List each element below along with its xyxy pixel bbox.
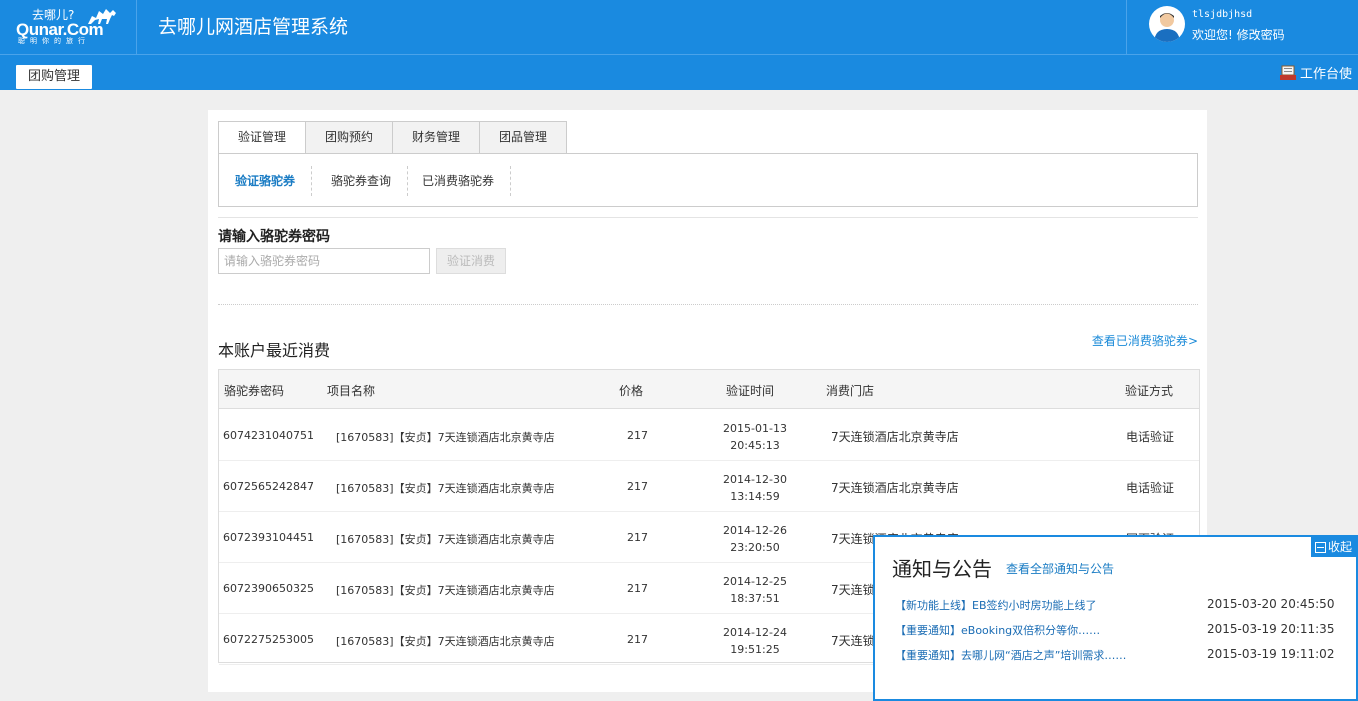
verify-date: 2015-01-13 xyxy=(723,422,787,435)
cell-voucher-code: 6072565242847 xyxy=(223,480,314,493)
notice-title: 通知与公告 xyxy=(892,557,992,581)
logo-slogan: 聪明你的旅行 xyxy=(18,37,90,45)
cell-price: 217 xyxy=(627,531,648,544)
verify-date: 2014-12-26 xyxy=(723,524,787,537)
cell-price: 217 xyxy=(627,633,648,646)
cell-verify-method: 电话验证 xyxy=(1126,481,1175,495)
divider xyxy=(218,217,1198,218)
system-title: 去哪儿网酒店管理系统 xyxy=(158,16,349,38)
header-divider xyxy=(136,0,137,54)
col-store: 消费门店 xyxy=(826,384,875,398)
workbench-link[interactable]: 工作台使 xyxy=(1279,63,1352,82)
tab-group-booking[interactable]: 团购预约 xyxy=(306,121,394,154)
header-divider xyxy=(1126,0,1127,54)
sub-tabs: 验证骆驼券 骆驼券查询 已消费骆驼券 xyxy=(218,153,1198,207)
notice-date: 2015-03-19 20:11:35 xyxy=(1207,622,1335,636)
verify-clock-time: 19:51:25 xyxy=(730,643,780,656)
cell-verify-time: 2015-01-13 20:45:13 xyxy=(715,420,795,454)
verify-clock-time: 20:45:13 xyxy=(730,439,780,452)
voucher-password-input[interactable] xyxy=(218,248,430,274)
chevron-right-icon: > xyxy=(1187,334,1198,348)
table-row: 6074231040751 [1670583]【安贞】7天连锁酒店北京黄寺店 217… xyxy=(219,410,1199,461)
notice-popup: 收起 通知与公告 查看全部通知与公告 【新功能上线】EB签约小时房功能上线了 2… xyxy=(873,535,1358,701)
table-header: 骆驼券密码 项目名称 价格 验证时间 消费门店 验证方式 xyxy=(219,370,1199,409)
cell-item-name: [1670583]【安贞】7天连锁酒店北京黄寺店 xyxy=(336,482,555,495)
col-voucher-code: 骆驼券密码 xyxy=(224,384,285,398)
cell-store: 7天连锁酒店北京黄寺店 xyxy=(831,430,959,444)
main-tabs: 验证管理 团购预约 财务管理 团品管理 xyxy=(218,121,568,154)
table-row: 6072565242847 [1670583]【安贞】7天连锁酒店北京黄寺店 217… xyxy=(219,461,1199,512)
voucher-password-label: 请输入骆驼券密码 xyxy=(218,229,330,245)
welcome-change-password[interactable]: 欢迎您! 修改密码 xyxy=(1192,26,1285,43)
subtab-voucher-query[interactable]: 骆驼券查询 xyxy=(315,166,409,196)
cell-item-name: [1670583]【安贞】7天连锁酒店北京黄寺店 xyxy=(336,431,555,444)
notice-item[interactable]: 【重要通知】去哪儿网“酒店之声”培训需求…… xyxy=(895,647,1126,663)
notice-item[interactable]: 【新功能上线】EB签约小时房功能上线了 xyxy=(895,597,1097,613)
cell-verify-time: 2014-12-25 18:37:51 xyxy=(715,573,795,607)
cell-price: 217 xyxy=(627,480,648,493)
qunar-logo[interactable]: 去哪儿? Qunar.Com 聪明你的旅行 xyxy=(14,4,118,46)
cell-item-name: [1670583]【安贞】7天连锁酒店北京黄寺店 xyxy=(336,584,555,597)
collapse-icon xyxy=(1314,541,1326,553)
cell-voucher-code: 6072390650325 xyxy=(223,582,314,595)
col-verify-method: 验证方式 xyxy=(1125,384,1174,398)
tab-finance-management[interactable]: 财务管理 xyxy=(393,121,481,154)
verify-consume-button[interactable]: 验证消费 xyxy=(436,248,506,274)
notice-item[interactable]: 【重要通知】eBooking双倍积分等你…… xyxy=(895,622,1100,638)
cell-price: 217 xyxy=(627,429,648,442)
tab-group-product-management[interactable]: 团品管理 xyxy=(480,121,568,154)
verify-date: 2014-12-24 xyxy=(723,626,787,639)
notice-date: 2015-03-19 19:11:02 xyxy=(1207,647,1335,661)
verify-clock-time: 23:20:50 xyxy=(730,541,780,554)
user-icon xyxy=(1154,13,1180,42)
cell-verify-time: 2014-12-24 19:51:25 xyxy=(715,624,795,658)
cell-verify-time: 2014-12-26 23:20:50 xyxy=(715,522,795,556)
tab-verify-management[interactable]: 验证管理 xyxy=(218,121,307,154)
cell-item-name: [1670583]【安贞】7天连锁酒店北京黄寺店 xyxy=(336,635,555,648)
col-price: 价格 xyxy=(619,384,644,398)
verify-date: 2014-12-25 xyxy=(723,575,787,588)
top-header: 去哪儿? Qunar.Com 聪明你的旅行 去哪儿网酒店管理系统 tlsjdbj… xyxy=(0,0,1358,54)
workbench-label: 工作台使 xyxy=(1300,67,1353,82)
subtab-verify-voucher[interactable]: 验证骆驼券 xyxy=(219,166,313,196)
verify-clock-time: 13:14:59 xyxy=(730,490,780,503)
username: tlsjdbjhsd xyxy=(1192,9,1253,20)
subtab-consumed-vouchers[interactable]: 已消费骆驼券 xyxy=(406,166,512,196)
cell-item-name: [1670583]【安贞】7天连锁酒店北京黄寺店 xyxy=(336,533,555,546)
verify-clock-time: 18:37:51 xyxy=(730,592,780,605)
col-item-name: 项目名称 xyxy=(327,384,376,398)
recent-consumption-title: 本账户最近消费 xyxy=(218,341,331,360)
cell-voucher-code: 6074231040751 xyxy=(223,429,314,442)
col-verify-time: 验证时间 xyxy=(726,384,775,398)
collapse-button[interactable]: 收起 xyxy=(1310,537,1356,557)
view-all-notices-link[interactable]: 查看全部通知与公告 xyxy=(1006,560,1114,577)
view-consumed-vouchers-link[interactable]: 查看已消费骆驼券> xyxy=(1092,332,1198,349)
cell-price: 217 xyxy=(627,582,648,595)
collapse-label: 收起 xyxy=(1327,540,1352,554)
view-consumed-label: 查看已消费骆驼券 xyxy=(1091,334,1188,348)
workbench-icon xyxy=(1280,65,1296,80)
cell-voucher-code: 6072275253005 xyxy=(223,633,314,646)
cell-store: 7天连锁酒店北京黄寺店 xyxy=(831,481,959,495)
cell-verify-method: 电话验证 xyxy=(1126,430,1175,444)
cell-voucher-code: 6072393104451 xyxy=(223,531,314,544)
divider xyxy=(218,304,1198,305)
notice-date: 2015-03-20 20:45:50 xyxy=(1207,597,1335,611)
cell-verify-time: 2014-12-30 13:14:59 xyxy=(715,471,795,505)
sub-navbar: 团购管理 工作台使 xyxy=(0,54,1358,90)
user-avatar[interactable] xyxy=(1149,6,1185,42)
group-buy-management-button[interactable]: 团购管理 xyxy=(16,65,92,89)
verify-date: 2014-12-30 xyxy=(723,473,787,486)
